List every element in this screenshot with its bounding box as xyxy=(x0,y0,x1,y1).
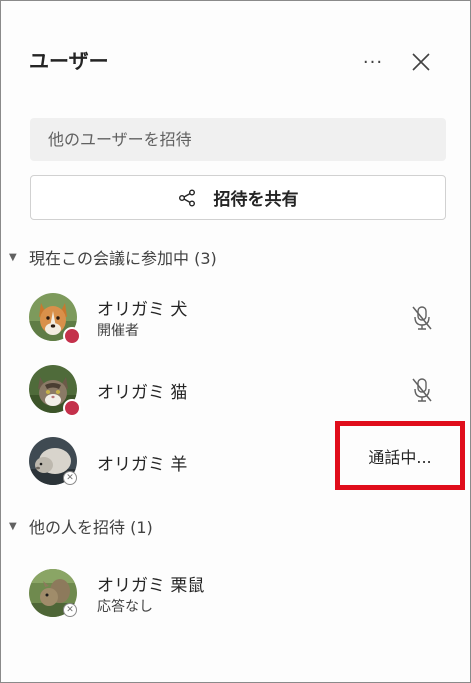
participant-name: オリガミ 猫 xyxy=(97,383,188,403)
mic-off-icon xyxy=(412,306,432,330)
participant-role: 開催者 xyxy=(97,323,139,339)
share-icon xyxy=(178,189,195,206)
participant-row[interactable]: オリガミ 犬 開催者 xyxy=(29,293,449,345)
participant-row[interactable]: オリガミ 猫 xyxy=(29,365,449,417)
section-invite-others[interactable]: ▼ 他の人を招待 (1) xyxy=(9,514,153,538)
share-button-label: 招待を共有 xyxy=(213,190,299,210)
section-in-meeting[interactable]: ▼ 現在この会議に参加中 (3) xyxy=(9,245,217,269)
participant-name: オリガミ 犬 xyxy=(97,300,188,320)
people-panel: ユーザー ··· 招待を共有 ▼ 現在この会議に参加中 (3) xyxy=(0,0,471,683)
section-label: 他の人を招待 (1) xyxy=(29,518,153,537)
share-invite-button[interactable]: 招待を共有 xyxy=(30,175,446,220)
more-icon: ··· xyxy=(362,51,384,73)
caret-down-icon: ▼ xyxy=(9,520,17,532)
calling-status-label: 通話中... xyxy=(368,447,432,467)
mic-off-button[interactable] xyxy=(409,376,435,404)
busy-status-badge xyxy=(63,327,81,345)
mic-off-icon xyxy=(412,378,432,402)
offline-status-badge: ✕ xyxy=(63,603,77,617)
more-options-button[interactable]: ··· xyxy=(359,49,387,75)
participant-status-text: 応答なし xyxy=(97,599,153,615)
invited-row[interactable]: ✕ オリガミ 栗鼠 応答なし xyxy=(29,569,449,619)
participant-name: オリガミ 羊 xyxy=(97,455,188,475)
invite-search-input[interactable] xyxy=(30,118,446,161)
offline-status-badge: ✕ xyxy=(63,471,77,485)
close-button[interactable] xyxy=(406,47,436,77)
section-label: 現在この会議に参加中 (3) xyxy=(29,249,217,268)
mic-off-button[interactable] xyxy=(409,304,435,332)
participant-name: オリガミ 栗鼠 xyxy=(97,576,205,596)
panel-title: ユーザー xyxy=(29,49,109,73)
calling-status: 通話中... xyxy=(335,421,465,490)
busy-status-badge xyxy=(63,399,81,417)
close-icon xyxy=(412,53,430,71)
caret-down-icon: ▼ xyxy=(9,251,17,263)
